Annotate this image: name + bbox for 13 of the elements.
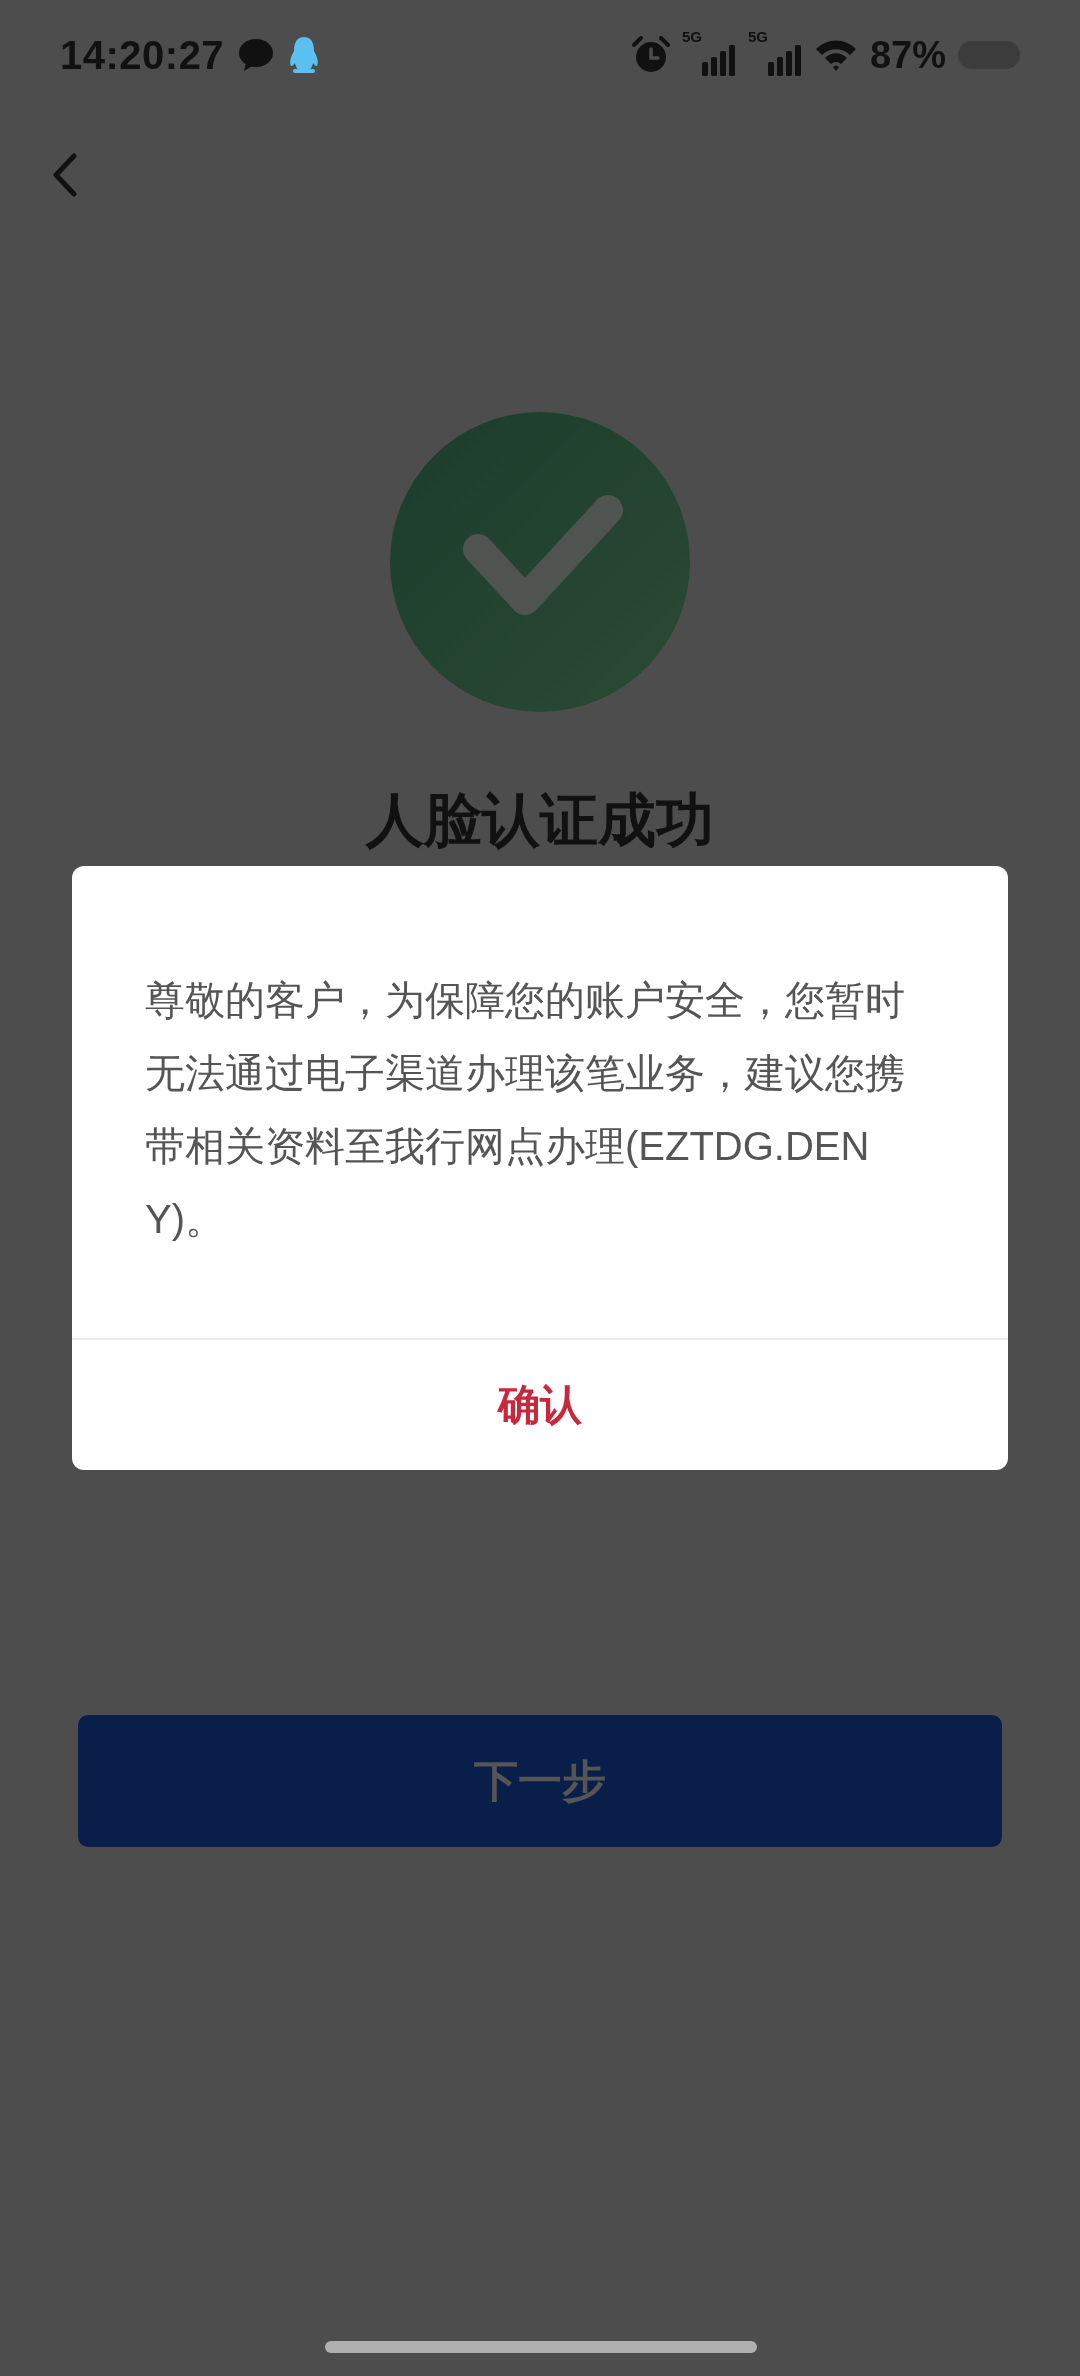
network-label: 5G	[747, 28, 768, 45]
battery-percent: 87%	[869, 33, 946, 77]
dialog-message: 尊敬的客户，为保障您的账户安全，您暂时无法通过电子渠道办理该笔业务，建议您携带相关资料至我行网点办理(EZTDG.DENY)。	[144, 977, 906, 1243]
alarm-clock-icon	[631, 36, 670, 74]
page-title: 人脸认证成功	[364, 786, 715, 854]
signal-icon	[767, 44, 802, 76]
check-circle-icon	[390, 412, 690, 712]
penguin-icon	[288, 36, 321, 74]
signal-icon	[701, 44, 736, 76]
confirm-button[interactable]: 确认	[72, 1340, 1008, 1470]
network-label: 5G	[681, 28, 702, 45]
chat-bubble-icon	[238, 38, 275, 72]
clock-time: 14:20:27	[60, 32, 225, 78]
